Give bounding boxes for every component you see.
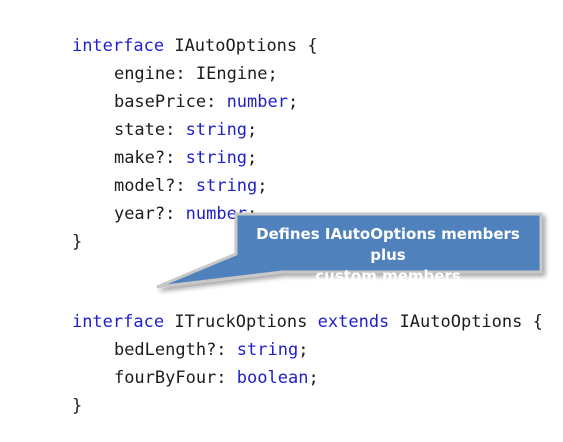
auto-interface-header: interface IAutoOptions { <box>31 10 318 56</box>
code-block: interface IAutoOptions { engine: IEngine… <box>0 0 563 416</box>
member-name: year?: <box>113 204 176 224</box>
member-line: engine: IEngine; <box>73 38 278 84</box>
brace: } <box>71 232 83 252</box>
member-line: fourByFour: boolean; <box>73 342 319 388</box>
base-interface-name: IAutoOptions { <box>399 312 543 332</box>
member-type: number <box>185 204 248 224</box>
brace: } <box>71 396 83 416</box>
semicolon: ; <box>247 204 258 224</box>
member-type: boolean <box>236 368 309 388</box>
extends-keyword: extends <box>317 312 390 332</box>
closing-brace: } <box>31 370 82 416</box>
semicolon: ; <box>287 92 299 112</box>
semicolon: ; <box>257 176 268 196</box>
closing-brace: } <box>31 206 82 252</box>
member-line: basePrice: number; <box>73 66 298 112</box>
member-line: year?: number; <box>73 178 257 224</box>
member-line: make?: string; <box>73 122 257 168</box>
member-name: fourByFour: <box>113 368 227 388</box>
member-line: model?: string; <box>73 150 268 196</box>
member-line: state: string; <box>73 94 257 140</box>
truck-interface-header: interface ITruckOptions extends IAutoOpt… <box>31 286 543 332</box>
member-line: bedLength?: string; <box>73 314 309 360</box>
semicolon: ; <box>308 368 319 388</box>
